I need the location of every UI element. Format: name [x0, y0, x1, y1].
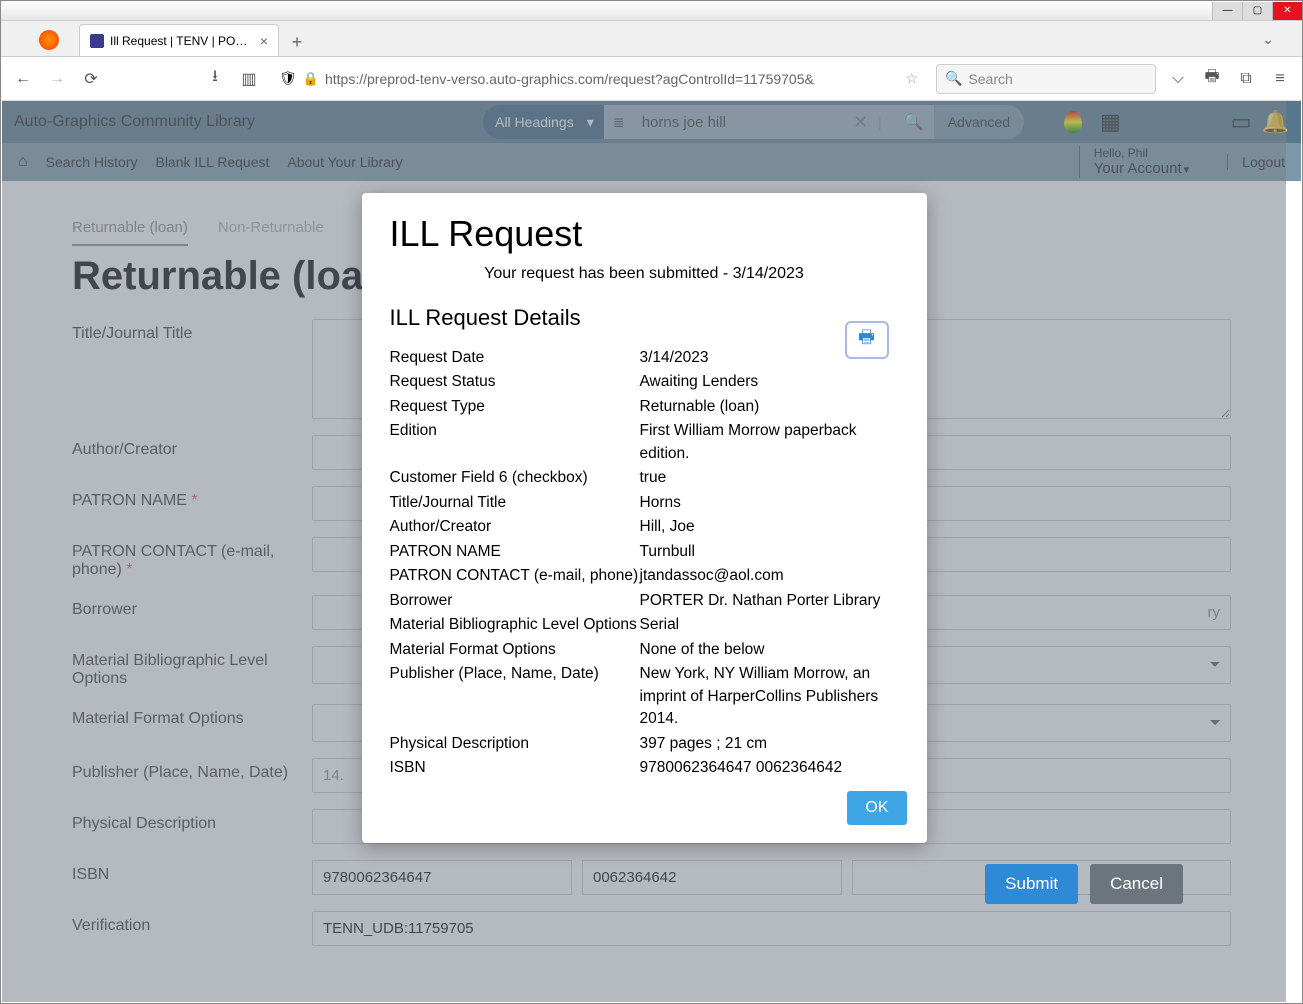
- tabs-dropdown-icon[interactable]: ⌄: [1262, 31, 1274, 48]
- back-button[interactable]: ←: [11, 67, 35, 91]
- detail-value: PORTER Dr. Nathan Porter Library: [640, 590, 899, 612]
- detail-label: ISBN: [390, 757, 640, 779]
- detail-value: true: [640, 467, 899, 489]
- cancel-button[interactable]: Cancel: [1090, 864, 1183, 904]
- modal-footer: OK: [362, 779, 927, 843]
- reload-button[interactable]: ⟳: [79, 67, 103, 91]
- browser-tabs-row: Ill Request | TENV | PORTER | Au × + ⌄: [1, 21, 1302, 57]
- detail-label: PATRON CONTACT (e-mail, phone): [390, 565, 640, 587]
- detail-value: jtandassoc@aol.com: [640, 565, 899, 587]
- detail-label: Request Type: [390, 396, 640, 418]
- search-placeholder: Search: [968, 71, 1012, 87]
- menu-icon[interactable]: ≡: [1268, 67, 1292, 91]
- url-text: https://preprod-tenv-verso.auto-graphics…: [325, 71, 899, 87]
- detail-row: Request TypeReturnable (loan): [390, 396, 899, 418]
- detail-row: Material Format OptionsNone of the below: [390, 639, 899, 661]
- detail-label: PATRON NAME: [390, 541, 640, 563]
- pocket-save-icon[interactable]: ⭳: [203, 67, 227, 91]
- modal-overlay: ILL Request Your request has been submit…: [2, 101, 1286, 1002]
- detail-value: Serial: [640, 614, 899, 636]
- detail-label: Material Format Options: [390, 639, 640, 661]
- bookmark-star-icon[interactable]: ☆: [905, 70, 918, 87]
- printer-icon: 🖶: [858, 325, 875, 355]
- detail-value: First William Morrow paperback edition.: [640, 420, 899, 465]
- browser-window: — ▢ ✕ Ill Request | TENV | PORTER | Au ×…: [0, 0, 1303, 1004]
- detail-label: Material Bibliographic Level Options: [390, 614, 640, 636]
- extensions-icon[interactable]: ⧉: [1234, 67, 1258, 91]
- shield-icon: [279, 70, 297, 87]
- detail-label: Request Date: [390, 347, 640, 369]
- modal-submitted-text: Your request has been submitted - 3/14/2…: [390, 265, 899, 283]
- detail-row: Publisher (Place, Name, Date)New York, N…: [390, 663, 899, 730]
- detail-value: Hill, Joe: [640, 516, 899, 538]
- detail-value: 397 pages ; 21 cm: [640, 733, 899, 755]
- window-titlebar: — ▢ ✕: [1, 1, 1302, 21]
- detail-row: Author/CreatorHill, Joe: [390, 516, 899, 538]
- detail-label: Customer Field 6 (checkbox): [390, 467, 640, 489]
- detail-row: BorrowerPORTER Dr. Nathan Porter Library: [390, 590, 899, 612]
- detail-row: Request StatusAwaiting Lenders: [390, 371, 899, 393]
- ill-request-modal: ILL Request Your request has been submit…: [362, 193, 927, 843]
- detail-value: Returnable (loan): [640, 396, 899, 418]
- window-close-button[interactable]: ✕: [1272, 2, 1302, 20]
- detail-rows: Request Date3/14/2023Request StatusAwait…: [390, 347, 899, 779]
- modal-title: ILL Request: [390, 213, 899, 255]
- ok-button[interactable]: OK: [847, 791, 906, 825]
- print-icon[interactable]: 🖶: [1200, 67, 1224, 91]
- detail-label: Title/Journal Title: [390, 492, 640, 514]
- submit-button[interactable]: Submit: [985, 864, 1078, 904]
- detail-label: Edition: [390, 420, 640, 465]
- detail-row: Physical Description397 pages ; 21 cm: [390, 733, 899, 755]
- detail-label: Borrower: [390, 590, 640, 612]
- detail-value: 9780062364647 0062364642: [640, 757, 899, 779]
- detail-row: Material Bibliographic Level OptionsSeri…: [390, 614, 899, 636]
- window-minimize-button[interactable]: —: [1212, 2, 1242, 20]
- firefox-icon: [39, 30, 59, 50]
- detail-row: Customer Field 6 (checkbox)true: [390, 467, 899, 489]
- tab-close-icon[interactable]: ×: [260, 33, 268, 49]
- browser-tab[interactable]: Ill Request | TENV | PORTER | Au ×: [79, 24, 279, 56]
- tab-favicon: [90, 34, 104, 48]
- detail-row: ISBN9780062364647 0062364642: [390, 757, 899, 779]
- pocket-icon[interactable]: ⌵: [1166, 67, 1190, 91]
- detail-row: Title/Journal TitleHorns: [390, 492, 899, 514]
- tab-title: Ill Request | TENV | PORTER | Au: [110, 34, 254, 48]
- window-maximize-button[interactable]: ▢: [1242, 2, 1272, 20]
- browser-search-box[interactable]: 🔍 Search: [936, 64, 1156, 94]
- detail-row: PATRON CONTACT (e-mail, phone)jtandassoc…: [390, 565, 899, 587]
- detail-row: EditionFirst William Morrow paperback ed…: [390, 420, 899, 465]
- detail-label: Physical Description: [390, 733, 640, 755]
- url-bar[interactable]: https://preprod-tenv-verso.auto-graphics…: [271, 63, 926, 95]
- forward-button[interactable]: →: [45, 67, 69, 91]
- print-button[interactable]: 🖶: [845, 321, 889, 359]
- library-icon[interactable]: ▥: [237, 67, 261, 91]
- detail-value: Horns: [640, 492, 899, 514]
- modal-body[interactable]: ILL Request Your request has been submit…: [362, 193, 927, 779]
- search-icon: 🔍: [945, 70, 962, 87]
- browser-nav-row: ← → ⟳ ⭳ ▥ https://preprod-tenv-verso.aut…: [1, 57, 1302, 101]
- new-tab-button[interactable]: +: [283, 28, 311, 56]
- detail-row: Request Date3/14/2023: [390, 347, 899, 369]
- detail-row: PATRON NAMETurnbull: [390, 541, 899, 563]
- detail-label: Request Status: [390, 371, 640, 393]
- detail-value: New York, NY William Morrow, an imprint …: [640, 663, 899, 730]
- form-action-buttons: Submit Cancel: [985, 864, 1183, 904]
- detail-label: Author/Creator: [390, 516, 640, 538]
- modal-details-heading: ILL Request Details: [390, 305, 899, 331]
- detail-label: Publisher (Place, Name, Date): [390, 663, 640, 730]
- detail-value: Turnbull: [640, 541, 899, 563]
- lock-icon: [303, 70, 319, 87]
- detail-value: None of the below: [640, 639, 899, 661]
- detail-value: Awaiting Lenders: [640, 371, 899, 393]
